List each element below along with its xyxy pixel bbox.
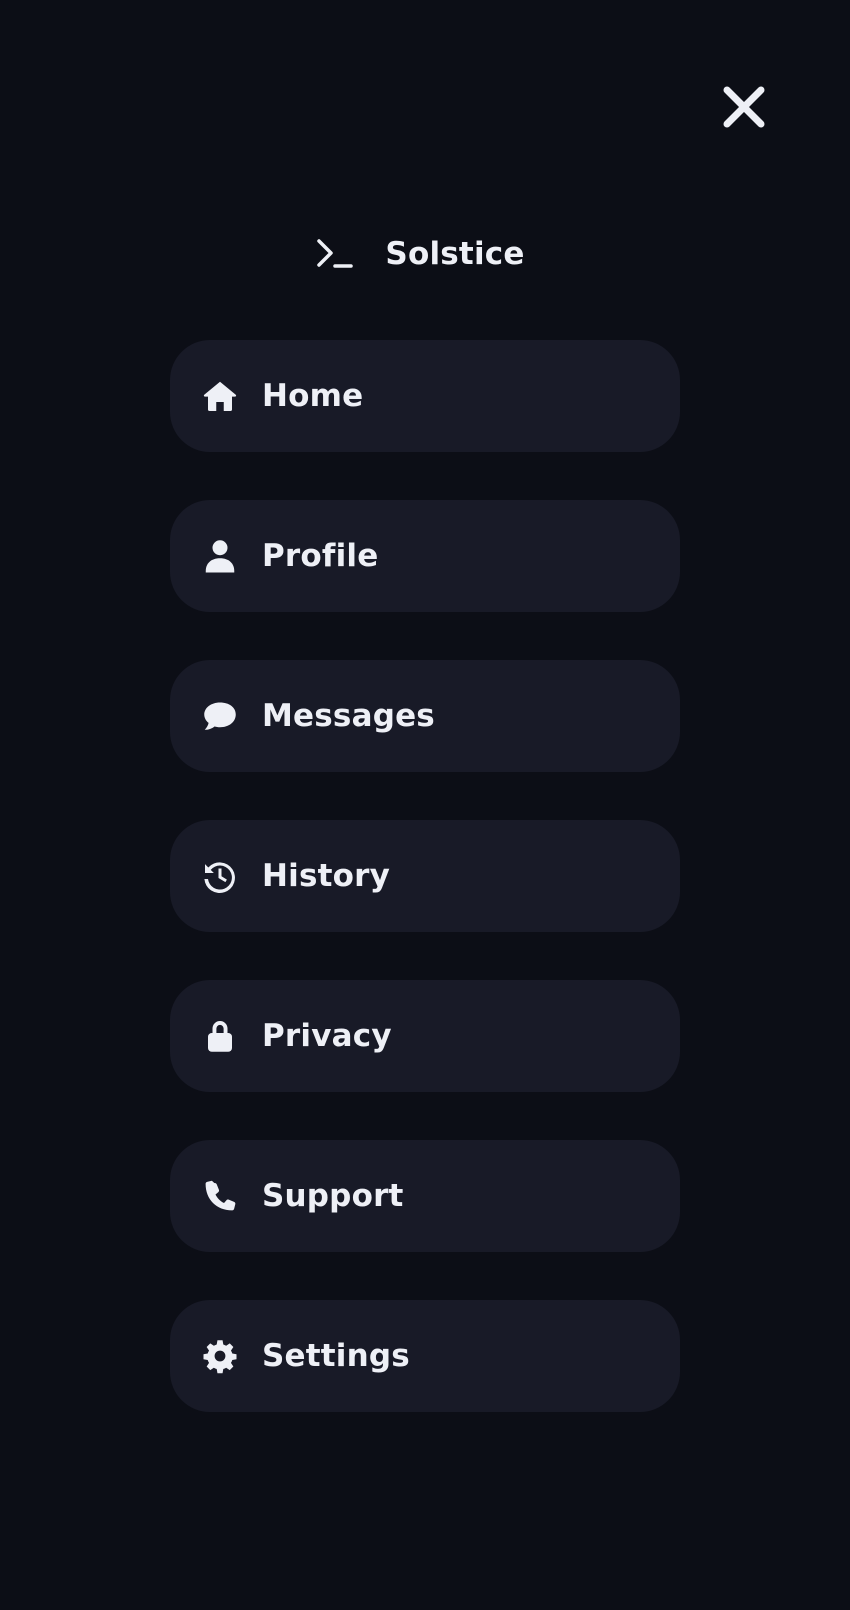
menu-item-settings[interactable]: Settings — [170, 1300, 680, 1412]
lock-icon — [200, 1016, 240, 1056]
menu-item-label: Settings — [262, 1338, 410, 1374]
menu-item-history[interactable]: History — [170, 820, 680, 932]
brand: Solstice — [0, 232, 850, 276]
menu-item-label: Privacy — [262, 1018, 392, 1054]
brand-name: Solstice — [385, 236, 525, 272]
menu-item-home[interactable]: Home — [170, 340, 680, 452]
home-icon — [200, 376, 240, 416]
menu-item-label: Messages — [262, 698, 435, 734]
close-icon — [723, 86, 765, 128]
menu-item-label: Home — [262, 378, 364, 414]
menu-item-label: History — [262, 858, 391, 894]
menu-item-label: Profile — [262, 538, 379, 574]
terminal-icon — [315, 237, 355, 271]
history-icon — [200, 856, 240, 896]
menu-item-profile[interactable]: Profile — [170, 500, 680, 612]
user-icon — [200, 536, 240, 576]
chat-bubble-icon — [200, 696, 240, 736]
nav-menu: Home Profile Messages History Privacy Su… — [170, 340, 680, 1460]
menu-item-privacy[interactable]: Privacy — [170, 980, 680, 1092]
phone-icon — [200, 1176, 240, 1216]
gear-icon — [200, 1336, 240, 1376]
menu-item-messages[interactable]: Messages — [170, 660, 680, 772]
close-button[interactable] — [721, 84, 767, 130]
menu-item-label: Support — [262, 1178, 404, 1214]
menu-item-support[interactable]: Support — [170, 1140, 680, 1252]
